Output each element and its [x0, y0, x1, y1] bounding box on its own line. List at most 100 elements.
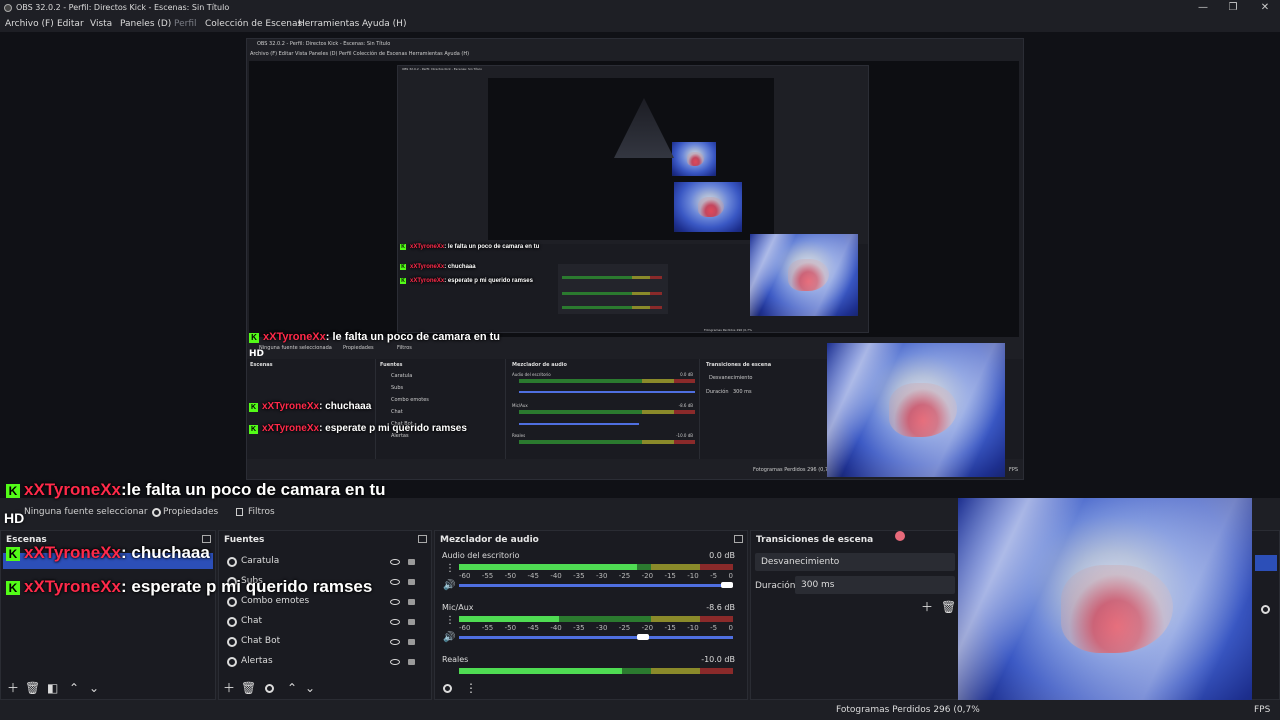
volume-meter-level [459, 564, 637, 570]
mixer-channel-db: -10.0 dB [701, 655, 735, 664]
add-source-button[interactable]: ＋ [223, 682, 235, 694]
channel-menu-icon[interactable]: ⋮ [445, 615, 455, 627]
add-scene-button[interactable]: ＋ [7, 682, 19, 694]
duration-input[interactable]: 300 ms [795, 576, 955, 594]
menu-perfil[interactable]: Perfil [174, 16, 197, 32]
source-down-button[interactable]: ⌄ [305, 682, 315, 694]
source-properties-button[interactable] [265, 684, 274, 693]
transition-select[interactable]: Desvanecimiento [755, 553, 955, 571]
nested2-docks: KxXTyroneXx: le falta un poco de camara … [398, 234, 868, 332]
source-item[interactable]: Chat [219, 613, 429, 631]
visibility-eye-icon[interactable] [390, 559, 400, 565]
menu-bar: Archivo (F) Editar Vista Paneles (D) Per… [0, 16, 1280, 32]
preview-canvas[interactable]: OBS 32.0.2 - Perfil: Directos Kick - Esc… [0, 32, 1280, 498]
menu-vista[interactable]: Vista [90, 16, 112, 32]
sources-undock-button[interactable] [418, 535, 427, 543]
lock-icon[interactable] [408, 599, 415, 605]
webcam-overlay [958, 498, 1252, 720]
nested-camera [827, 343, 1005, 477]
menu-archivo[interactable]: Archivo (F) [5, 16, 54, 32]
chat-username: xXTyroneXx [24, 577, 122, 596]
source-item[interactable]: Chat Bot [219, 633, 429, 651]
speaker-icon[interactable]: 🔊 [443, 580, 455, 592]
mixer-channel-db: -8.6 dB [706, 603, 735, 612]
status-bar: Fotogramas Perdidos 296 (0,7% FPS [0, 700, 1280, 720]
scene-down-button[interactable]: ⌄ [89, 682, 99, 694]
browser-source-icon [227, 657, 237, 667]
remove-transition-button[interactable]: 🗑 [941, 601, 956, 613]
transition-select-value: Desvanecimiento [761, 557, 840, 567]
nested2-status: Fotogramas Perdidos 296 (0,7% [704, 328, 752, 332]
visibility-eye-icon[interactable] [390, 659, 400, 665]
scale-tick: -60 [459, 624, 471, 632]
nested-transitions-dock: Transiciones de escena Desvanecimiento D… [703, 359, 821, 459]
no-source-label: Ninguna fuente seleccionar [24, 507, 148, 517]
remove-scene-button[interactable]: 🗑 [25, 682, 40, 694]
scale-tick: -5 [710, 624, 718, 632]
menu-paneles[interactable]: Paneles (D) [120, 16, 171, 32]
mixer-title: Mezclador de audio [440, 535, 539, 545]
scale-tick: -50 [504, 624, 517, 632]
chat-message-1: KxXTyroneXx:le falta un poco de camara e… [6, 480, 386, 500]
filters-button[interactable]: Filtros [248, 507, 275, 517]
lock-icon[interactable] [408, 619, 415, 625]
lock-icon[interactable] [408, 579, 415, 585]
dropped-frames: Fotogramas Perdidos 296 (0,7% [836, 705, 980, 715]
properties-button[interactable]: Propiedades [163, 507, 218, 517]
obs-app-icon [4, 4, 12, 12]
visibility-eye-icon[interactable] [390, 599, 400, 605]
scale-tick: -30 [595, 572, 608, 580]
menu-herramientas[interactable]: Herramientas [298, 16, 359, 32]
lock-icon[interactable] [408, 659, 415, 665]
nested-mixer-dock: Mezclador de audio Audio del escritorio … [509, 359, 700, 459]
volume-slider-handle[interactable] [721, 582, 733, 588]
scale-tick: -25 [618, 624, 631, 632]
scene-up-button[interactable]: ⌃ [69, 682, 79, 694]
speaker-icon[interactable]: 🔊 [443, 632, 455, 644]
mixer-menu-button[interactable]: ⋮ [465, 682, 477, 694]
controls-selected [1255, 555, 1277, 571]
visibility-eye-icon[interactable] [390, 579, 400, 585]
visibility-eye-icon[interactable] [390, 619, 400, 625]
nested2-camera [750, 234, 858, 316]
browser-source-icon [227, 637, 237, 647]
nested-no-source: Ninguna fuente seleccionada [259, 345, 332, 351]
volume-meter-level [459, 616, 559, 622]
browser-source-icon [227, 557, 237, 567]
maximize-button[interactable]: ❐ [1218, 0, 1248, 16]
kick-icon: K [6, 581, 20, 595]
lock-icon[interactable] [408, 559, 415, 565]
volume-slider[interactable] [459, 636, 733, 639]
scene-filters-button[interactable]: ◧ [47, 682, 58, 694]
sources-dock: Fuentes Caratula Subs Combo emotes Chat Chat… [218, 530, 432, 700]
nested-fps: FPS [1009, 467, 1019, 473]
source-item[interactable]: Caratula [219, 553, 429, 571]
nested2-chat-2: KxXTyroneXx: chuchaaa [400, 264, 476, 270]
menu-editar[interactable]: Editar [57, 16, 84, 32]
duration-label: Duración [755, 581, 796, 591]
lock-icon[interactable] [408, 639, 415, 645]
mixer-undock-button[interactable] [734, 535, 743, 543]
source-item[interactable]: Alertas [219, 653, 429, 671]
nested-menu: Archivo (F) Editar Vista Paneles (D) Per… [247, 49, 1023, 59]
controls-settings-button[interactable] [1261, 605, 1270, 614]
visibility-eye-icon[interactable] [390, 639, 400, 645]
volume-slider-handle[interactable] [637, 634, 649, 640]
minimize-button[interactable]: — [1188, 0, 1218, 16]
nested2-mixer [558, 264, 668, 314]
scale-tick: -5 [710, 572, 718, 580]
menu-coleccion-escenas[interactable]: Colección de Escenas [205, 16, 302, 32]
menu-ayuda[interactable]: Ayuda (H) [362, 16, 406, 32]
close-button[interactable]: ✕ [1250, 0, 1280, 16]
add-transition-button[interactable]: ＋ [921, 601, 933, 613]
cursor-icon [895, 531, 905, 541]
browser-source-icon [227, 597, 237, 607]
mixer-settings-button[interactable] [443, 684, 452, 693]
channel-menu-icon[interactable]: ⋮ [445, 563, 455, 575]
properties-icon [152, 508, 161, 517]
volume-slider[interactable] [459, 584, 733, 587]
scenes-undock-button[interactable] [202, 535, 211, 543]
remove-source-button[interactable]: 🗑 [241, 682, 256, 694]
nested-props: Propiedades [343, 345, 374, 351]
source-up-button[interactable]: ⌃ [287, 682, 297, 694]
